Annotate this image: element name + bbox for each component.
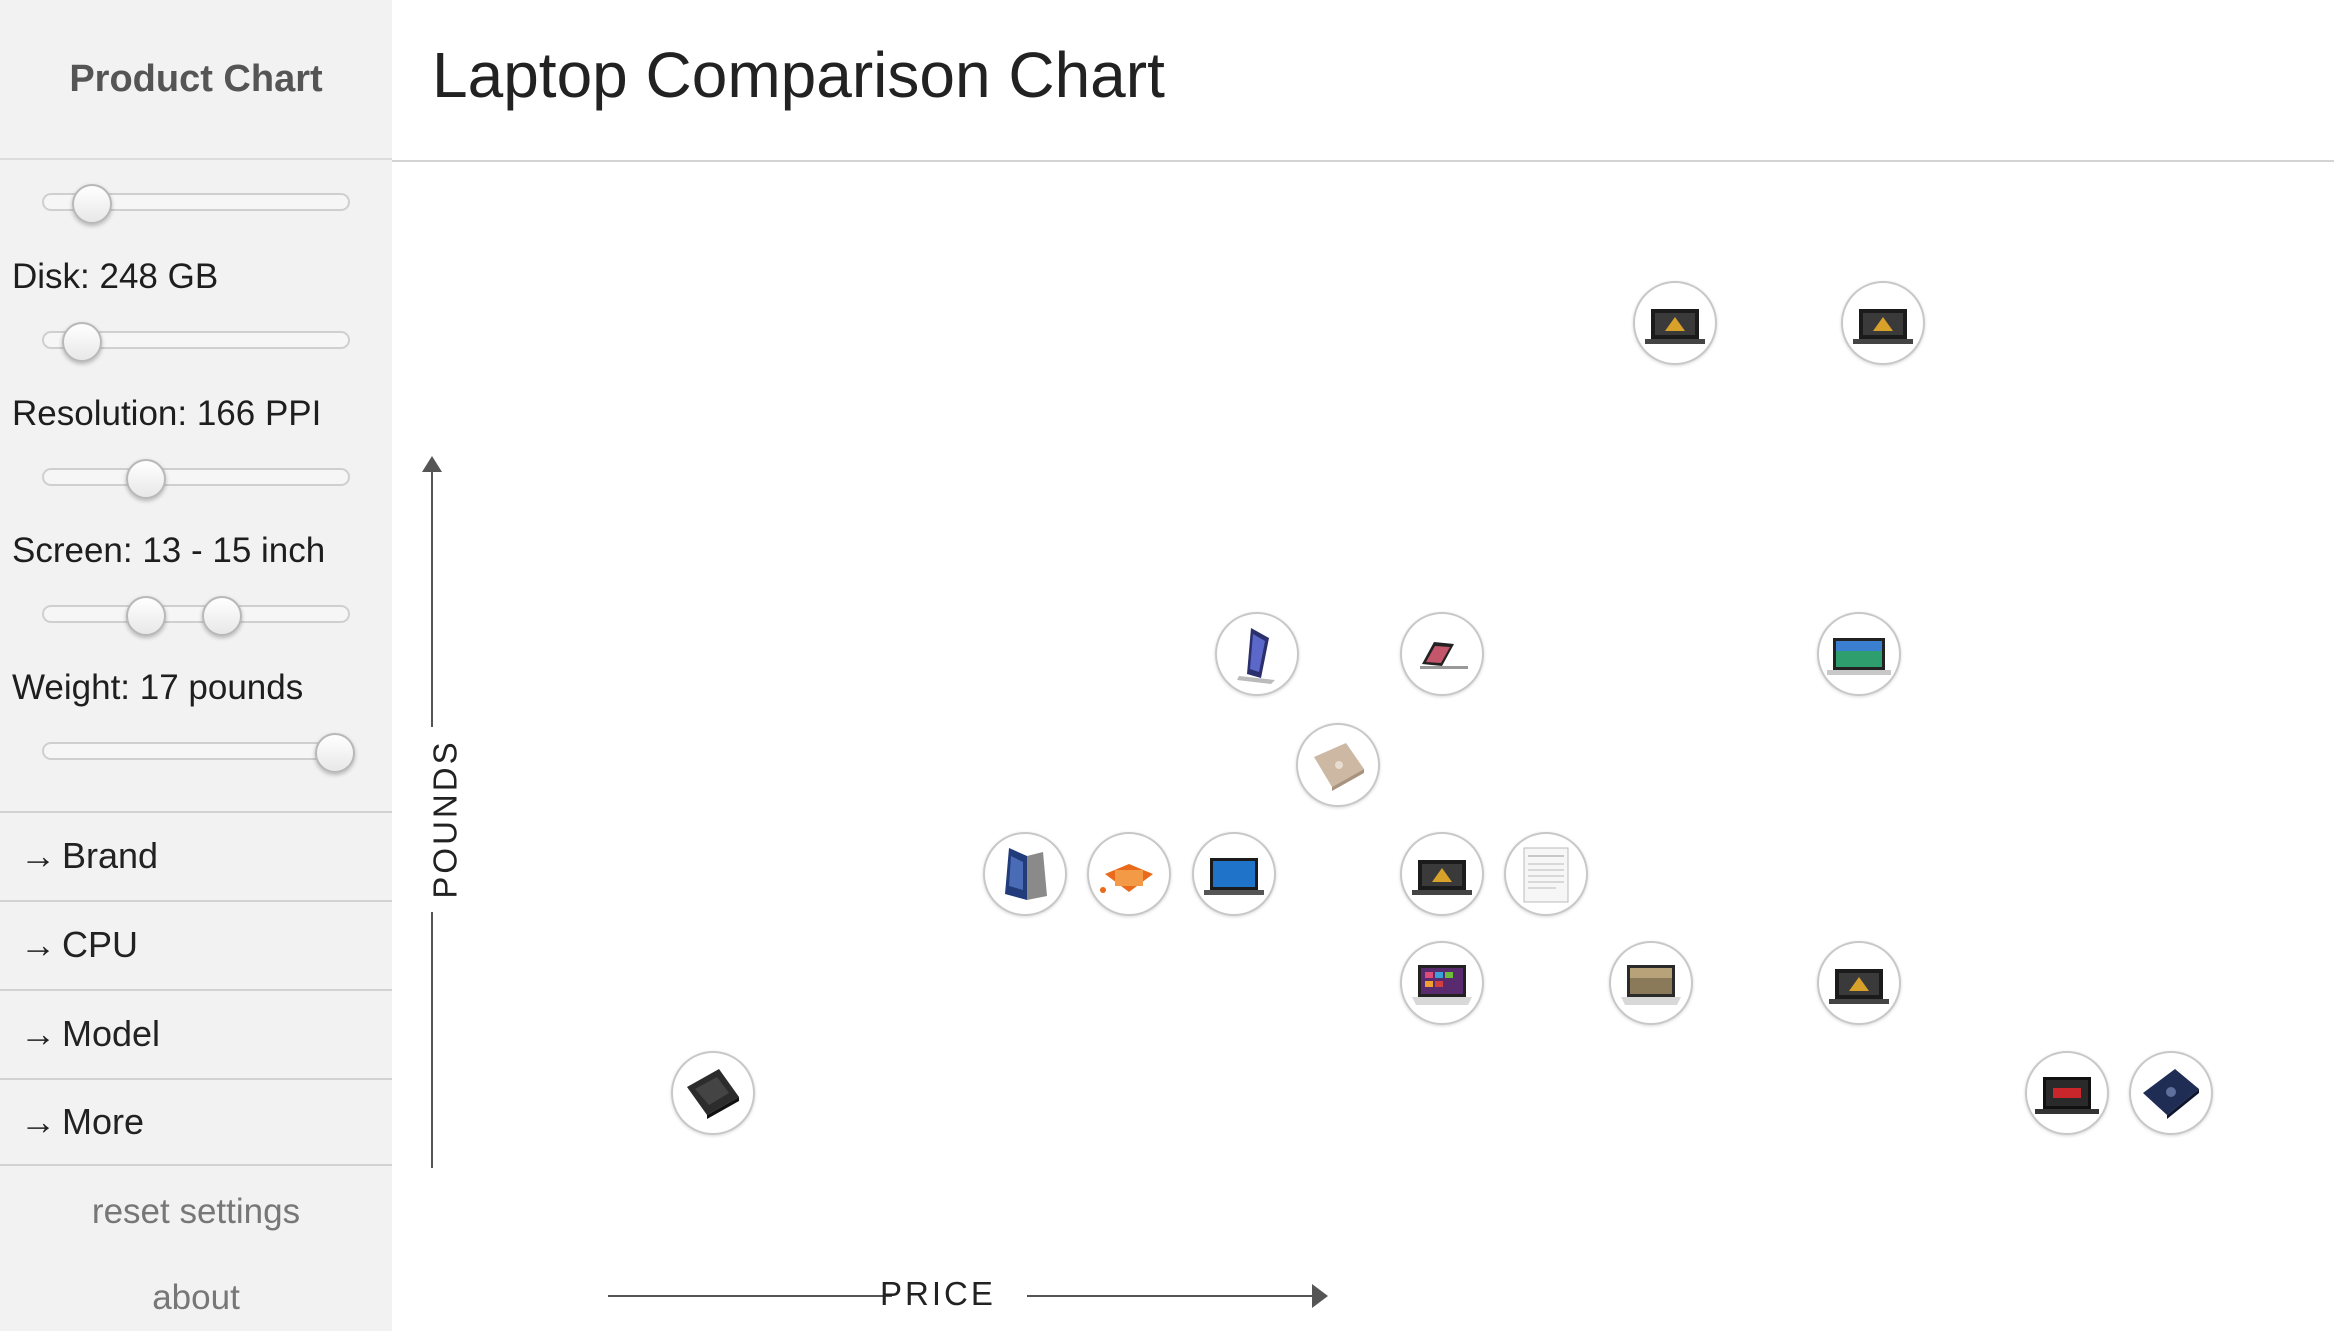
arrow-right-icon: → bbox=[20, 835, 56, 876]
sidebar: Product Chart Disk: 248 GB Resolution: 1… bbox=[0, 0, 392, 1331]
laptop-thumbnail-icon bbox=[1621, 965, 1681, 1005]
chart-area: PRICE POUNDS bbox=[392, 162, 2334, 1331]
menu-item-label: Brand bbox=[62, 835, 159, 876]
top-slider-knob[interactable] bbox=[71, 184, 112, 224]
product-imac-style-laptop[interactable] bbox=[1817, 612, 1901, 696]
product-black-laptop[interactable] bbox=[1817, 941, 1901, 1025]
top-slider[interactable] bbox=[42, 184, 350, 224]
menu-item-label: More bbox=[62, 1101, 145, 1142]
menu-item-brand[interactable]: → Brand bbox=[0, 811, 392, 899]
about-link[interactable]: about bbox=[0, 1278, 392, 1318]
laptop-thumbnail-icon bbox=[1420, 642, 1468, 669]
laptop-thumbnail-icon bbox=[1523, 847, 1569, 903]
menu-item-more[interactable]: → More bbox=[0, 1078, 392, 1166]
product-black-gaming-laptop[interactable] bbox=[1633, 281, 1717, 365]
product-windows-laptop[interactable] bbox=[1400, 941, 1484, 1025]
product-yoga-convertible[interactable] bbox=[983, 832, 1067, 916]
product-photo-laptop[interactable] bbox=[1609, 941, 1693, 1025]
header: Laptop Comparison Chart bbox=[392, 0, 2334, 162]
product-msi-laptop[interactable] bbox=[2025, 1051, 2109, 1135]
laptop-thumbnail-icon bbox=[1237, 628, 1275, 684]
weight-slider-knob[interactable] bbox=[314, 733, 355, 773]
reset-settings-link[interactable]: reset settings bbox=[0, 1192, 392, 1232]
resolution-slider-knob[interactable] bbox=[126, 459, 167, 499]
weight-slider[interactable] bbox=[42, 733, 355, 773]
arrow-right-icon: → bbox=[20, 1013, 56, 1054]
disk-slider-knob[interactable] bbox=[62, 322, 103, 362]
product-silver-zenbook[interactable] bbox=[1296, 723, 1380, 807]
laptop-thumbnail-icon bbox=[1412, 965, 1472, 1005]
page-title: Laptop Comparison Chart bbox=[432, 39, 1165, 111]
product-dark-zenbook[interactable] bbox=[671, 1051, 755, 1135]
arrow-right-icon: → bbox=[20, 1101, 56, 1142]
product-thinkpad-laptop[interactable] bbox=[1400, 832, 1484, 916]
screen-min-knob[interactable] bbox=[126, 596, 167, 636]
resolution-label: Resolution: 166 PPI bbox=[12, 394, 322, 433]
laptop-thumbnail-icon bbox=[1100, 864, 1153, 893]
brand-title[interactable]: Product Chart bbox=[0, 0, 392, 160]
laptop-thumbnail-icon bbox=[1204, 858, 1264, 895]
menu-item-cpu[interactable]: → CPU bbox=[0, 900, 392, 988]
menu-item-label: Model bbox=[62, 1013, 161, 1054]
weight-label: Weight: 17 pounds bbox=[12, 668, 304, 707]
arrow-right-icon: → bbox=[20, 924, 56, 965]
laptop-thumbnail-icon bbox=[1412, 860, 1472, 895]
laptop-thumbnail-icon bbox=[687, 1069, 739, 1119]
x-axis-arrow-icon bbox=[1312, 1284, 1328, 1308]
product-convertible-tablet[interactable] bbox=[1215, 612, 1299, 696]
product-blue-screen-laptop[interactable] bbox=[1192, 832, 1276, 916]
y-axis-label: POUNDS bbox=[426, 739, 464, 899]
laptop-thumbnail-icon bbox=[2035, 1077, 2099, 1114]
screen-range-slider[interactable] bbox=[42, 596, 350, 636]
laptop-thumbnail-icon bbox=[1829, 969, 1889, 1004]
resolution-slider[interactable] bbox=[42, 459, 350, 499]
screen-label: Screen: 13 - 15 inch bbox=[12, 531, 326, 570]
product-black-gaming-laptop[interactable] bbox=[1841, 281, 1925, 365]
disk-label: Disk: 248 GB bbox=[12, 257, 219, 296]
product-spec-sheet[interactable] bbox=[1504, 832, 1588, 916]
product-macbook-pro[interactable] bbox=[1400, 612, 1484, 696]
x-axis-label: PRICE bbox=[880, 1275, 996, 1312]
product-orange-yoga[interactable] bbox=[1087, 832, 1171, 916]
laptop-thumbnail-icon bbox=[1853, 309, 1913, 344]
product-navy-zenbook[interactable] bbox=[2129, 1051, 2213, 1135]
screen-max-knob[interactable] bbox=[202, 596, 243, 636]
laptop-thumbnail-icon bbox=[1005, 848, 1047, 900]
menu-item-label: CPU bbox=[62, 924, 139, 965]
laptop-thumbnail-icon bbox=[2143, 1069, 2199, 1119]
laptop-thumbnail-icon bbox=[1645, 309, 1705, 344]
menu-item-model[interactable]: → Model bbox=[0, 989, 392, 1077]
laptop-thumbnail-icon bbox=[1314, 743, 1364, 791]
laptop-thumbnail-icon bbox=[1827, 638, 1891, 675]
y-axis-arrow-icon bbox=[422, 456, 442, 472]
disk-slider[interactable] bbox=[42, 322, 350, 362]
